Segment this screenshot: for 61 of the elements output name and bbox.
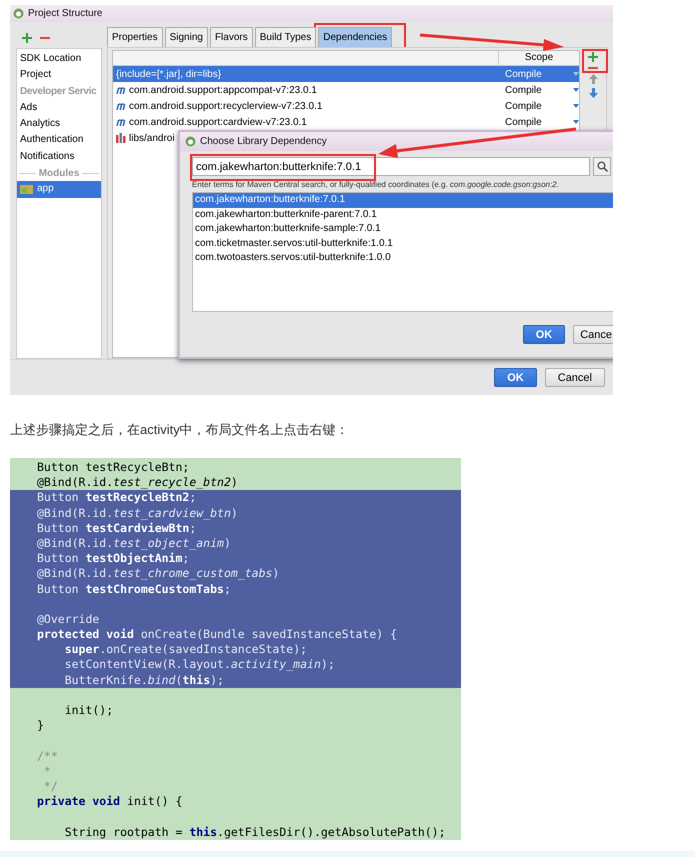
cancel-button[interactable]: Cance xyxy=(573,325,613,344)
cancel-button[interactable]: Cancel xyxy=(544,368,605,387)
caret-icon xyxy=(573,120,579,124)
ok-button[interactable]: OK xyxy=(494,368,537,387)
dependency-name: com.android.support:cardview-v7:23.0.1 xyxy=(116,116,502,128)
caret-icon xyxy=(573,104,579,108)
tab[interactable]: Properties xyxy=(107,27,163,47)
section-label: Developer Servic xyxy=(19,84,98,99)
window-title: Project Structure xyxy=(28,8,102,19)
section-label: Modules xyxy=(38,168,80,179)
code-line: String rootpath = this.getFilesDir().getAbsolutePath(); xyxy=(64,824,447,840)
m-letter-icon xyxy=(116,86,126,94)
scope-dropdown[interactable]: Compile xyxy=(502,116,579,128)
dependency-name: com.android.support:appcompat-v7:23.0.1 xyxy=(116,84,502,96)
m-letter-icon xyxy=(116,102,126,110)
sidebar-item[interactable]: SDK Location xyxy=(17,51,101,68)
books-icon xyxy=(116,133,126,143)
folder-icon xyxy=(20,184,34,196)
scope-dropdown[interactable]: Compile xyxy=(502,68,579,80)
search-icon xyxy=(596,161,608,172)
sidebar-item[interactable]: Project xyxy=(17,67,101,84)
search-button[interactable] xyxy=(593,157,611,176)
code-line: private void init() { xyxy=(36,794,184,810)
sidebar-item[interactable]: Notifications xyxy=(17,148,101,166)
code-line: @Bind(R.id.test_recycle_btn2) xyxy=(36,475,239,490)
dependency-name: {include=[*.jar], dir=libs} xyxy=(116,68,222,80)
add-icon[interactable] xyxy=(588,52,598,62)
code-line: } xyxy=(36,718,45,734)
caret-icon xyxy=(573,72,579,76)
scope-dropdown[interactable]: Compile xyxy=(502,84,579,96)
code-line: init(); xyxy=(64,703,114,718)
caret-icon xyxy=(573,88,579,92)
result-item[interactable]: com.jakewharton:butterknife:7.0.1 xyxy=(193,193,613,208)
dependency-row[interactable]: {include=[*.jar], dir=libs} Compile xyxy=(113,66,579,82)
m-letter-icon xyxy=(116,118,126,126)
up-arrow-icon[interactable] xyxy=(588,74,598,84)
search-field[interactable]: com.jakewharton:butterknife:7.0.1 xyxy=(192,157,590,176)
hint-text: Enter terms for Maven Central search, or fully-qualified coordinates (e.g. com.google.code.gson:gson:2. xyxy=(192,180,560,189)
tab[interactable]: Signing xyxy=(164,27,208,47)
tab[interactable]: Build Types xyxy=(254,27,316,47)
remove-icon[interactable] xyxy=(40,36,50,40)
scope-dropdown[interactable]: Compile xyxy=(502,100,579,112)
result-item[interactable]: com.jakewharton:butterknife-parent:7.0.1 xyxy=(193,208,613,222)
sidebar-item[interactable]: Analytics xyxy=(17,116,101,132)
ok-button[interactable]: OK xyxy=(522,325,566,344)
sidebar-item[interactable]: app xyxy=(17,181,101,198)
highlight-frame xyxy=(582,49,608,73)
tab[interactable]: Dependencies xyxy=(318,27,392,47)
code-comment: * xyxy=(42,764,52,779)
code-line: Button testRecycleBtn; xyxy=(36,460,190,476)
paragraph: 上述步骤搞定之后，在activity中，布局文件名上点击右键： xyxy=(10,421,350,439)
down-arrow-icon[interactable] xyxy=(588,88,598,98)
code-comment: */ xyxy=(42,778,59,794)
tab[interactable]: Flavors xyxy=(210,27,253,47)
add-icon[interactable] xyxy=(22,32,32,42)
sidebar-item[interactable]: Authentication xyxy=(17,132,101,149)
dialog-title: Choose Library Dependency xyxy=(200,136,327,147)
sidebar-item[interactable]: Ads xyxy=(17,100,101,116)
remove-icon[interactable] xyxy=(588,66,598,70)
dependency-name: com.android.support:recyclerview-v7:23.0.1 xyxy=(116,100,502,112)
code-comment: /** xyxy=(36,748,59,764)
